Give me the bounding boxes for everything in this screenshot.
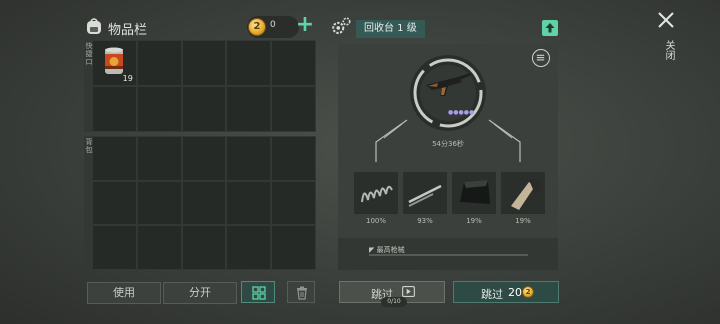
upgrade-button[interactable] xyxy=(542,20,558,36)
canned-food-icon xyxy=(105,47,123,74)
slot-2[interactable] xyxy=(137,41,181,85)
material-slot-metal-plate[interactable] xyxy=(452,172,496,214)
trash-icon xyxy=(297,286,307,300)
backpack-slot[interactable] xyxy=(227,181,271,225)
backpack-slot[interactable] xyxy=(93,181,136,225)
material-slot-metal-rod[interactable] xyxy=(403,172,447,214)
backpack-slot[interactable] xyxy=(137,226,181,269)
metal-plate-icon xyxy=(460,180,490,204)
slot-4[interactable] xyxy=(227,41,271,85)
backpack-slot[interactable] xyxy=(182,226,226,269)
backpack-slot[interactable] xyxy=(227,137,271,180)
progress-label-text: 最高枪械 xyxy=(376,246,405,254)
ad-counter: 0/10 xyxy=(381,297,407,307)
progress-bar xyxy=(369,254,528,256)
material-percent: 93% xyxy=(417,217,433,225)
coin-icon: 2 xyxy=(248,18,266,36)
close-icon[interactable] xyxy=(656,10,676,30)
slot-7[interactable] xyxy=(137,87,181,131)
inventory-title: 物品栏 xyxy=(108,23,148,38)
delete-button[interactable] xyxy=(287,281,315,303)
slot-10[interactable] xyxy=(272,87,315,131)
slot-3[interactable] xyxy=(182,41,226,85)
material-slot-wood-handle[interactable] xyxy=(501,172,545,214)
material-percent: 100% xyxy=(365,217,386,225)
quick-slot-grid: 19 xyxy=(93,41,315,131)
material-slot-spring[interactable] xyxy=(354,172,398,214)
recycler-title: 回收台 1 级 xyxy=(356,20,425,38)
assault-rifle-icon xyxy=(426,73,471,96)
use-button[interactable]: 使用 xyxy=(87,282,161,304)
sort-button[interactable] xyxy=(241,281,275,303)
skip-pay-button[interactable]: 2 xyxy=(453,281,559,303)
slot-item-count: 19 xyxy=(122,74,133,83)
slot-5[interactable] xyxy=(272,41,315,85)
arrow-up-icon xyxy=(545,23,555,33)
grid-sort-icon xyxy=(252,286,266,300)
backpack-slot[interactable] xyxy=(93,137,136,180)
coin-icon: 2 xyxy=(522,286,534,298)
slot-9[interactable] xyxy=(227,87,271,131)
skip-pay-label: 跳过 xyxy=(481,288,503,301)
backpack-slot[interactable] xyxy=(137,181,181,225)
close-label: 关闭 xyxy=(663,40,674,60)
backpack-slot[interactable] xyxy=(272,137,315,180)
spring-icon xyxy=(361,185,393,203)
gear-icon xyxy=(332,17,351,34)
backpack-slot[interactable] xyxy=(93,226,136,269)
add-coins-button[interactable]: + xyxy=(294,14,316,38)
backpack-grid xyxy=(93,137,315,269)
backpack-slot[interactable] xyxy=(227,226,271,269)
rarity-dots: ●●●●● xyxy=(448,109,475,116)
coin-count: 0 xyxy=(270,20,276,30)
coin-balance: 2 0 xyxy=(247,16,299,38)
metal-rod-icon xyxy=(408,184,442,207)
backpack-panel: 背包 xyxy=(84,136,316,270)
backpack-slot[interactable] xyxy=(272,181,315,225)
backpack-slot[interactable] xyxy=(272,226,315,269)
material-percent: 19% xyxy=(466,217,482,225)
video-play-icon xyxy=(402,286,415,297)
quick-slot-panel: 快捷口 19 xyxy=(84,40,316,132)
backpack-slot[interactable] xyxy=(137,137,181,180)
slot-1[interactable]: 19 xyxy=(93,41,136,85)
wood-handle-icon xyxy=(511,178,541,210)
slot-6[interactable] xyxy=(93,87,136,131)
backpack-slot[interactable] xyxy=(182,137,226,180)
material-percent: 19% xyxy=(515,217,531,225)
skip-pay-cost: 20 xyxy=(508,286,522,299)
inventory-header: 物品栏 2 0 + xyxy=(84,14,316,42)
backpack-icon xyxy=(87,18,101,34)
split-button[interactable]: 分开 xyxy=(163,282,237,304)
backpack-slot[interactable] xyxy=(182,181,226,225)
gun-icon: ◤ xyxy=(369,246,377,254)
slot-8[interactable] xyxy=(182,87,226,131)
recycle-timer: 54分36秒 xyxy=(432,140,464,148)
